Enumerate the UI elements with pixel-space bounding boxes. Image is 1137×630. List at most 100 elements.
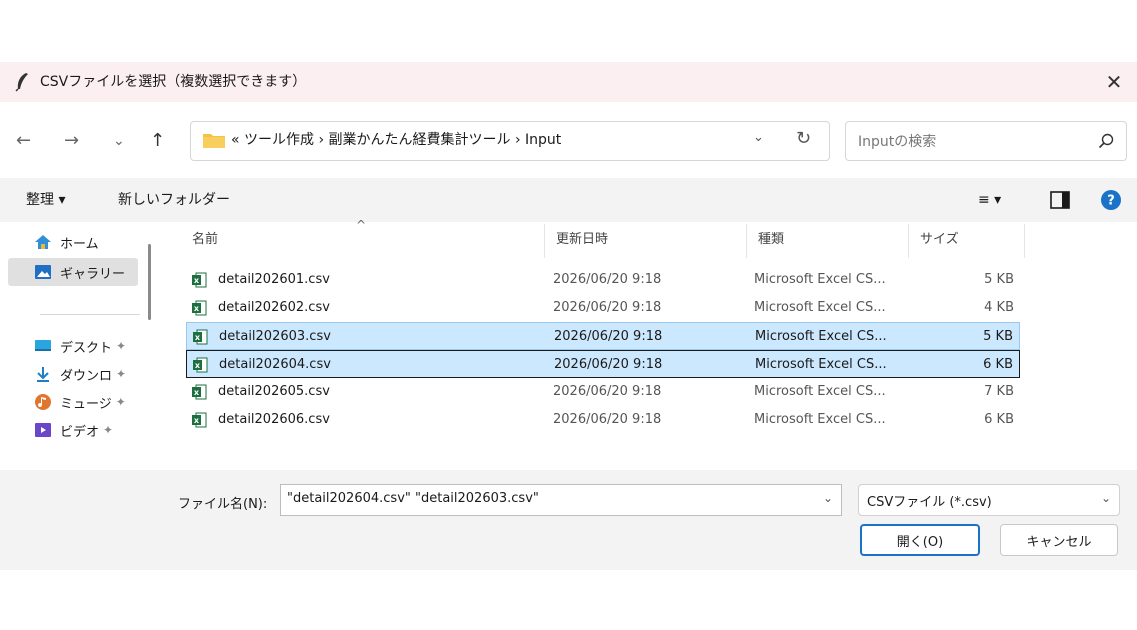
pin-icon: ✦ bbox=[103, 423, 114, 437]
back-button[interactable]: ← bbox=[16, 130, 31, 152]
forward-button[interactable]: → bbox=[64, 130, 79, 152]
svg-text:x: x bbox=[195, 333, 201, 342]
view-options-button[interactable]: ≡ ▾ bbox=[978, 190, 1001, 210]
help-icon[interactable]: ? bbox=[1100, 189, 1122, 211]
search-icon[interactable] bbox=[1098, 133, 1114, 149]
open-button[interactable]: 開く(O) bbox=[860, 524, 980, 556]
file-type: Microsoft Excel CS... bbox=[754, 384, 886, 399]
file-size: 6 KB bbox=[983, 357, 1013, 372]
excel-csv-icon: x bbox=[192, 300, 207, 316]
svg-text:x: x bbox=[195, 361, 201, 370]
sidebar-item-label: ミュージ bbox=[60, 396, 112, 412]
download-icon bbox=[37, 367, 49, 382]
music-icon bbox=[35, 394, 51, 410]
column-header-name[interactable]: 名前 bbox=[192, 230, 218, 250]
sidebar-item-label: ホーム bbox=[60, 236, 99, 252]
file-type: Microsoft Excel CS... bbox=[754, 272, 886, 287]
column-header-date[interactable]: 更新日時 bbox=[556, 230, 608, 250]
sidebar-item-downloads[interactable]: ダウンロ ✦ bbox=[8, 360, 138, 388]
cancel-button[interactable]: キャンセル bbox=[1000, 524, 1118, 556]
filename-value[interactable]: "detail202604.csv" "detail202603.csv" bbox=[287, 491, 539, 506]
excel-csv-icon: x bbox=[192, 272, 207, 288]
svg-text:x: x bbox=[194, 304, 200, 313]
filetype-select[interactable]: CSVファイル (*.csv) ⌄ bbox=[858, 484, 1120, 516]
file-row[interactable]: x detail202606.csv 2026/06/20 9:18 Micro… bbox=[186, 406, 1020, 434]
organize-button[interactable]: 整理 ▾ bbox=[26, 190, 65, 210]
file-size: 7 KB bbox=[984, 384, 1014, 399]
file-row[interactable]: x detail202602.csv 2026/06/20 9:18 Micro… bbox=[186, 294, 1020, 322]
file-size: 5 KB bbox=[984, 272, 1014, 287]
folder-icon bbox=[203, 134, 225, 148]
window-title: CSVファイルを選択（複数選択できます） bbox=[40, 74, 307, 90]
sidebar-item-videos[interactable]: ビデオ ✦ bbox=[8, 416, 138, 444]
search-input[interactable]: Inputの検索 bbox=[858, 131, 936, 151]
file-type: Microsoft Excel CS... bbox=[755, 329, 887, 344]
file-name: detail202604.csv bbox=[219, 357, 331, 372]
sidebar-item-music[interactable]: ミュージ ✦ bbox=[8, 388, 138, 416]
file-type: Microsoft Excel CS... bbox=[755, 357, 887, 372]
desktop-icon bbox=[35, 340, 51, 351]
new-folder-button[interactable]: 新しいフォルダー bbox=[118, 190, 230, 210]
filetype-value[interactable]: CSVファイル (*.csv) bbox=[867, 491, 992, 510]
column-divider[interactable] bbox=[908, 224, 909, 258]
pin-icon: ✦ bbox=[116, 339, 127, 353]
sidebar-item-label: ギャラリー bbox=[60, 266, 126, 282]
sidebar-item-desktop[interactable]: デスクト ✦ bbox=[8, 332, 138, 360]
navigation-bar: ← → ⌄ ↑ « ツール作成 › 副業かんたん経費集計ツール › Input … bbox=[0, 102, 1137, 178]
breadcrumb[interactable]: « ツール作成 › 副業かんたん経費集計ツール › Input bbox=[231, 130, 561, 150]
command-bar: 整理 ▾ 新しいフォルダー ≡ ▾ ? bbox=[0, 178, 1137, 222]
navigation-pane: ホーム ギャラリー デスクト ✦ ダウンロ ✦ ミュージ ✦ ビデオ ✦ bbox=[0, 222, 160, 470]
file-open-dialog: CSVファイルを選択（複数選択できます） ✕ ← → ⌄ ↑ « ツール作成 ›… bbox=[0, 62, 1137, 570]
sidebar-item-label: デスクト bbox=[60, 340, 113, 356]
preview-pane-icon[interactable] bbox=[1050, 191, 1070, 209]
file-row-selected[interactable]: x detail202603.csv 2026/06/20 9:18 Micro… bbox=[186, 322, 1020, 350]
address-dropdown-icon[interactable]: ⌄ bbox=[753, 130, 764, 145]
file-size: 4 KB bbox=[984, 300, 1014, 315]
file-date: 2026/06/20 9:18 bbox=[554, 357, 663, 372]
file-row-selected-focused[interactable]: x detail202604.csv 2026/06/20 9:18 Micro… bbox=[186, 350, 1020, 378]
pin-icon: ✦ bbox=[116, 367, 127, 381]
svg-text:x: x bbox=[194, 276, 200, 285]
refresh-button[interactable]: ↻ bbox=[796, 128, 811, 149]
home-icon bbox=[35, 235, 51, 249]
chevron-down-icon[interactable]: ⌄ bbox=[823, 491, 833, 505]
close-button[interactable]: ✕ bbox=[1091, 62, 1137, 102]
file-date: 2026/06/20 9:18 bbox=[553, 412, 662, 427]
sidebar-divider bbox=[40, 314, 140, 315]
file-row[interactable]: x detail202601.csv 2026/06/20 9:18 Micro… bbox=[186, 266, 1020, 294]
sidebar-item-gallery[interactable]: ギャラリー bbox=[8, 258, 138, 286]
sidebar-item-label: ダウンロ bbox=[60, 368, 113, 384]
excel-csv-icon: x bbox=[193, 357, 208, 373]
column-header-size[interactable]: サイズ bbox=[920, 230, 959, 250]
file-name: detail202605.csv bbox=[218, 384, 330, 399]
file-name: detail202603.csv bbox=[219, 329, 331, 344]
file-date: 2026/06/20 9:18 bbox=[553, 272, 662, 287]
gallery-icon bbox=[35, 265, 51, 279]
title-bar: CSVファイルを選択（複数選択できます） ✕ bbox=[0, 62, 1137, 102]
video-icon bbox=[35, 423, 51, 437]
chevron-down-icon[interactable]: ⌄ bbox=[1101, 491, 1111, 505]
sidebar-scrollbar[interactable] bbox=[148, 244, 151, 320]
file-row[interactable]: x detail202605.csv 2026/06/20 9:18 Micro… bbox=[186, 378, 1020, 406]
svg-text:?: ? bbox=[1107, 194, 1115, 209]
excel-csv-icon: x bbox=[192, 384, 207, 400]
svg-text:x: x bbox=[194, 416, 200, 425]
up-button[interactable]: ↑ bbox=[150, 130, 165, 152]
file-list: ^ 名前 更新日時 種類 サイズ x detail202601.csv 2026… bbox=[160, 218, 1137, 470]
column-divider[interactable] bbox=[544, 224, 545, 258]
excel-csv-icon: x bbox=[193, 329, 208, 345]
column-header-type[interactable]: 種類 bbox=[758, 230, 784, 250]
filename-input[interactable]: "detail202604.csv" "detail202603.csv" ⌄ bbox=[280, 484, 842, 516]
column-divider[interactable] bbox=[746, 224, 747, 258]
file-type: Microsoft Excel CS... bbox=[754, 300, 886, 315]
recent-locations-button[interactable]: ⌄ bbox=[113, 130, 125, 152]
address-bar[interactable]: « ツール作成 › 副業かんたん経費集計ツール › Input ⌄ ↻ bbox=[190, 121, 830, 161]
column-divider[interactable] bbox=[1024, 224, 1025, 258]
file-name: detail202601.csv bbox=[218, 272, 330, 287]
sidebar-item-label: ビデオ bbox=[60, 424, 100, 440]
pin-icon: ✦ bbox=[115, 395, 126, 409]
file-date: 2026/06/20 9:18 bbox=[553, 300, 662, 315]
search-box[interactable]: Inputの検索 bbox=[845, 121, 1127, 161]
file-date: 2026/06/20 9:18 bbox=[553, 384, 662, 399]
sidebar-item-home[interactable]: ホーム bbox=[8, 228, 138, 256]
